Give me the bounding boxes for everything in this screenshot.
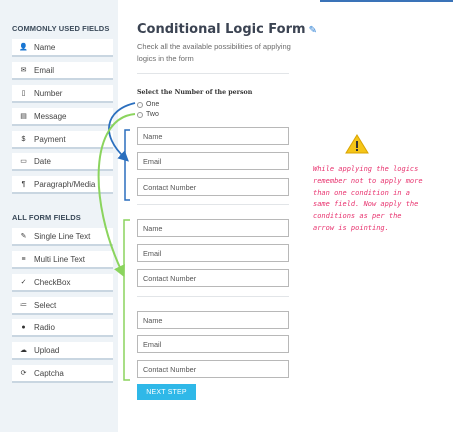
paragraph-icon: ¶ <box>21 180 26 188</box>
field-select-button[interactable]: ≔ Select <box>12 297 113 315</box>
pencil-icon: ✎ <box>20 233 27 240</box>
field-single-line-text-button[interactable]: ✎ Single Line Text <box>12 228 113 246</box>
next-step-button[interactable]: NEXT STEP <box>137 384 196 400</box>
field-checkbox-button[interactable]: ✓ CheckBox <box>12 274 113 292</box>
field-label: Email <box>34 65 55 75</box>
radio-label: One <box>146 101 160 108</box>
field-label: Select <box>34 300 57 310</box>
field-message-button[interactable]: ▤ Message <box>12 108 113 126</box>
field-multi-line-text-button[interactable]: ≡ Multi Line Text <box>12 251 113 269</box>
edit-pencil-icon[interactable]: ✎ <box>309 25 317 36</box>
list-icon: ≔ <box>20 302 27 309</box>
sidebar: COMMONLY USED FIELDS 👤 Name ✉ Email ▯ Nu… <box>0 0 118 432</box>
form-title-text: Conditional Logic Form <box>137 22 306 37</box>
field-paragraph-media-button[interactable]: ¶ Paragraph/Media <box>12 176 113 194</box>
instruction-note: While applying the logics remember not t… <box>313 165 423 232</box>
field-label: CheckBox <box>34 277 71 287</box>
divider <box>137 73 289 74</box>
envelope-icon: ✉ <box>20 67 27 74</box>
field-captcha-button[interactable]: ⟳ Captcha <box>12 365 113 383</box>
group3-contact-input[interactable]: Contact Number <box>137 360 289 378</box>
lines-icon: ≡ <box>21 255 26 263</box>
group2-contact-input[interactable]: Contact Number <box>137 269 289 287</box>
group3-name-input[interactable]: Name <box>137 311 289 329</box>
field-label: Single Line Text <box>34 231 91 241</box>
group1-email-input[interactable]: Email <box>137 152 289 170</box>
question-label: Select the Number of the person <box>137 89 253 96</box>
field-payment-button[interactable]: $ Payment <box>12 131 113 149</box>
refresh-icon: ⟳ <box>20 370 27 377</box>
group2-3-bracket <box>123 219 130 381</box>
field-upload-button[interactable]: ☁ Upload <box>12 342 113 360</box>
form-title: Conditional Logic Form ✎ <box>137 22 317 37</box>
radio-circle[interactable] <box>137 101 143 108</box>
divider <box>137 296 289 297</box>
field-label: Radio <box>34 322 55 332</box>
field-label: Multi Line Text <box>34 254 85 264</box>
field-label: Date <box>34 156 51 166</box>
divider <box>137 204 289 205</box>
radio-label: Two <box>146 111 159 118</box>
group1-contact-input[interactable]: Contact Number <box>137 178 289 196</box>
group1-bracket <box>124 129 130 201</box>
field-label: Captcha <box>34 368 64 378</box>
field-email-button[interactable]: ✉ Email <box>12 62 113 80</box>
group2-name-input[interactable]: Name <box>137 219 289 237</box>
field-radio-button[interactable]: ● Radio <box>12 319 113 337</box>
form-description: Check all the available possibilities of… <box>137 42 291 63</box>
warning-icon <box>345 134 369 154</box>
message-icon: ▤ <box>20 113 27 120</box>
radio-option-two[interactable]: Two <box>137 111 159 118</box>
all-fields-title: ALL FORM FIELDS <box>12 213 81 222</box>
common-fields-title: COMMONLY USED FIELDS <box>12 24 110 33</box>
dollar-icon: $ <box>21 135 26 143</box>
group3-email-input[interactable]: Email <box>137 335 289 353</box>
field-label: Upload <box>34 345 60 355</box>
group2-email-input[interactable]: Email <box>137 244 289 262</box>
radio-circle[interactable] <box>137 111 143 118</box>
top-accent-line <box>320 0 453 2</box>
check-icon: ✓ <box>20 279 27 286</box>
field-label: Number <box>34 88 63 98</box>
field-number-button[interactable]: ▯ Number <box>12 85 113 103</box>
calendar-icon: ▭ <box>20 158 27 165</box>
field-date-button[interactable]: ▭ Date <box>12 153 113 171</box>
field-name-button[interactable]: 👤 Name <box>12 39 113 57</box>
field-label: Name <box>34 42 56 52</box>
radio-dot-icon: ● <box>21 323 26 331</box>
radio-option-one[interactable]: One <box>137 101 159 108</box>
group1-name-input[interactable]: Name <box>137 127 289 145</box>
field-label: Message <box>34 111 67 121</box>
phone-icon: ▯ <box>21 90 26 97</box>
cloud-upload-icon: ☁ <box>20 347 27 354</box>
field-label: Payment <box>34 134 66 144</box>
user-icon: 👤 <box>19 44 28 51</box>
field-label: Paragraph/Media <box>34 179 96 189</box>
